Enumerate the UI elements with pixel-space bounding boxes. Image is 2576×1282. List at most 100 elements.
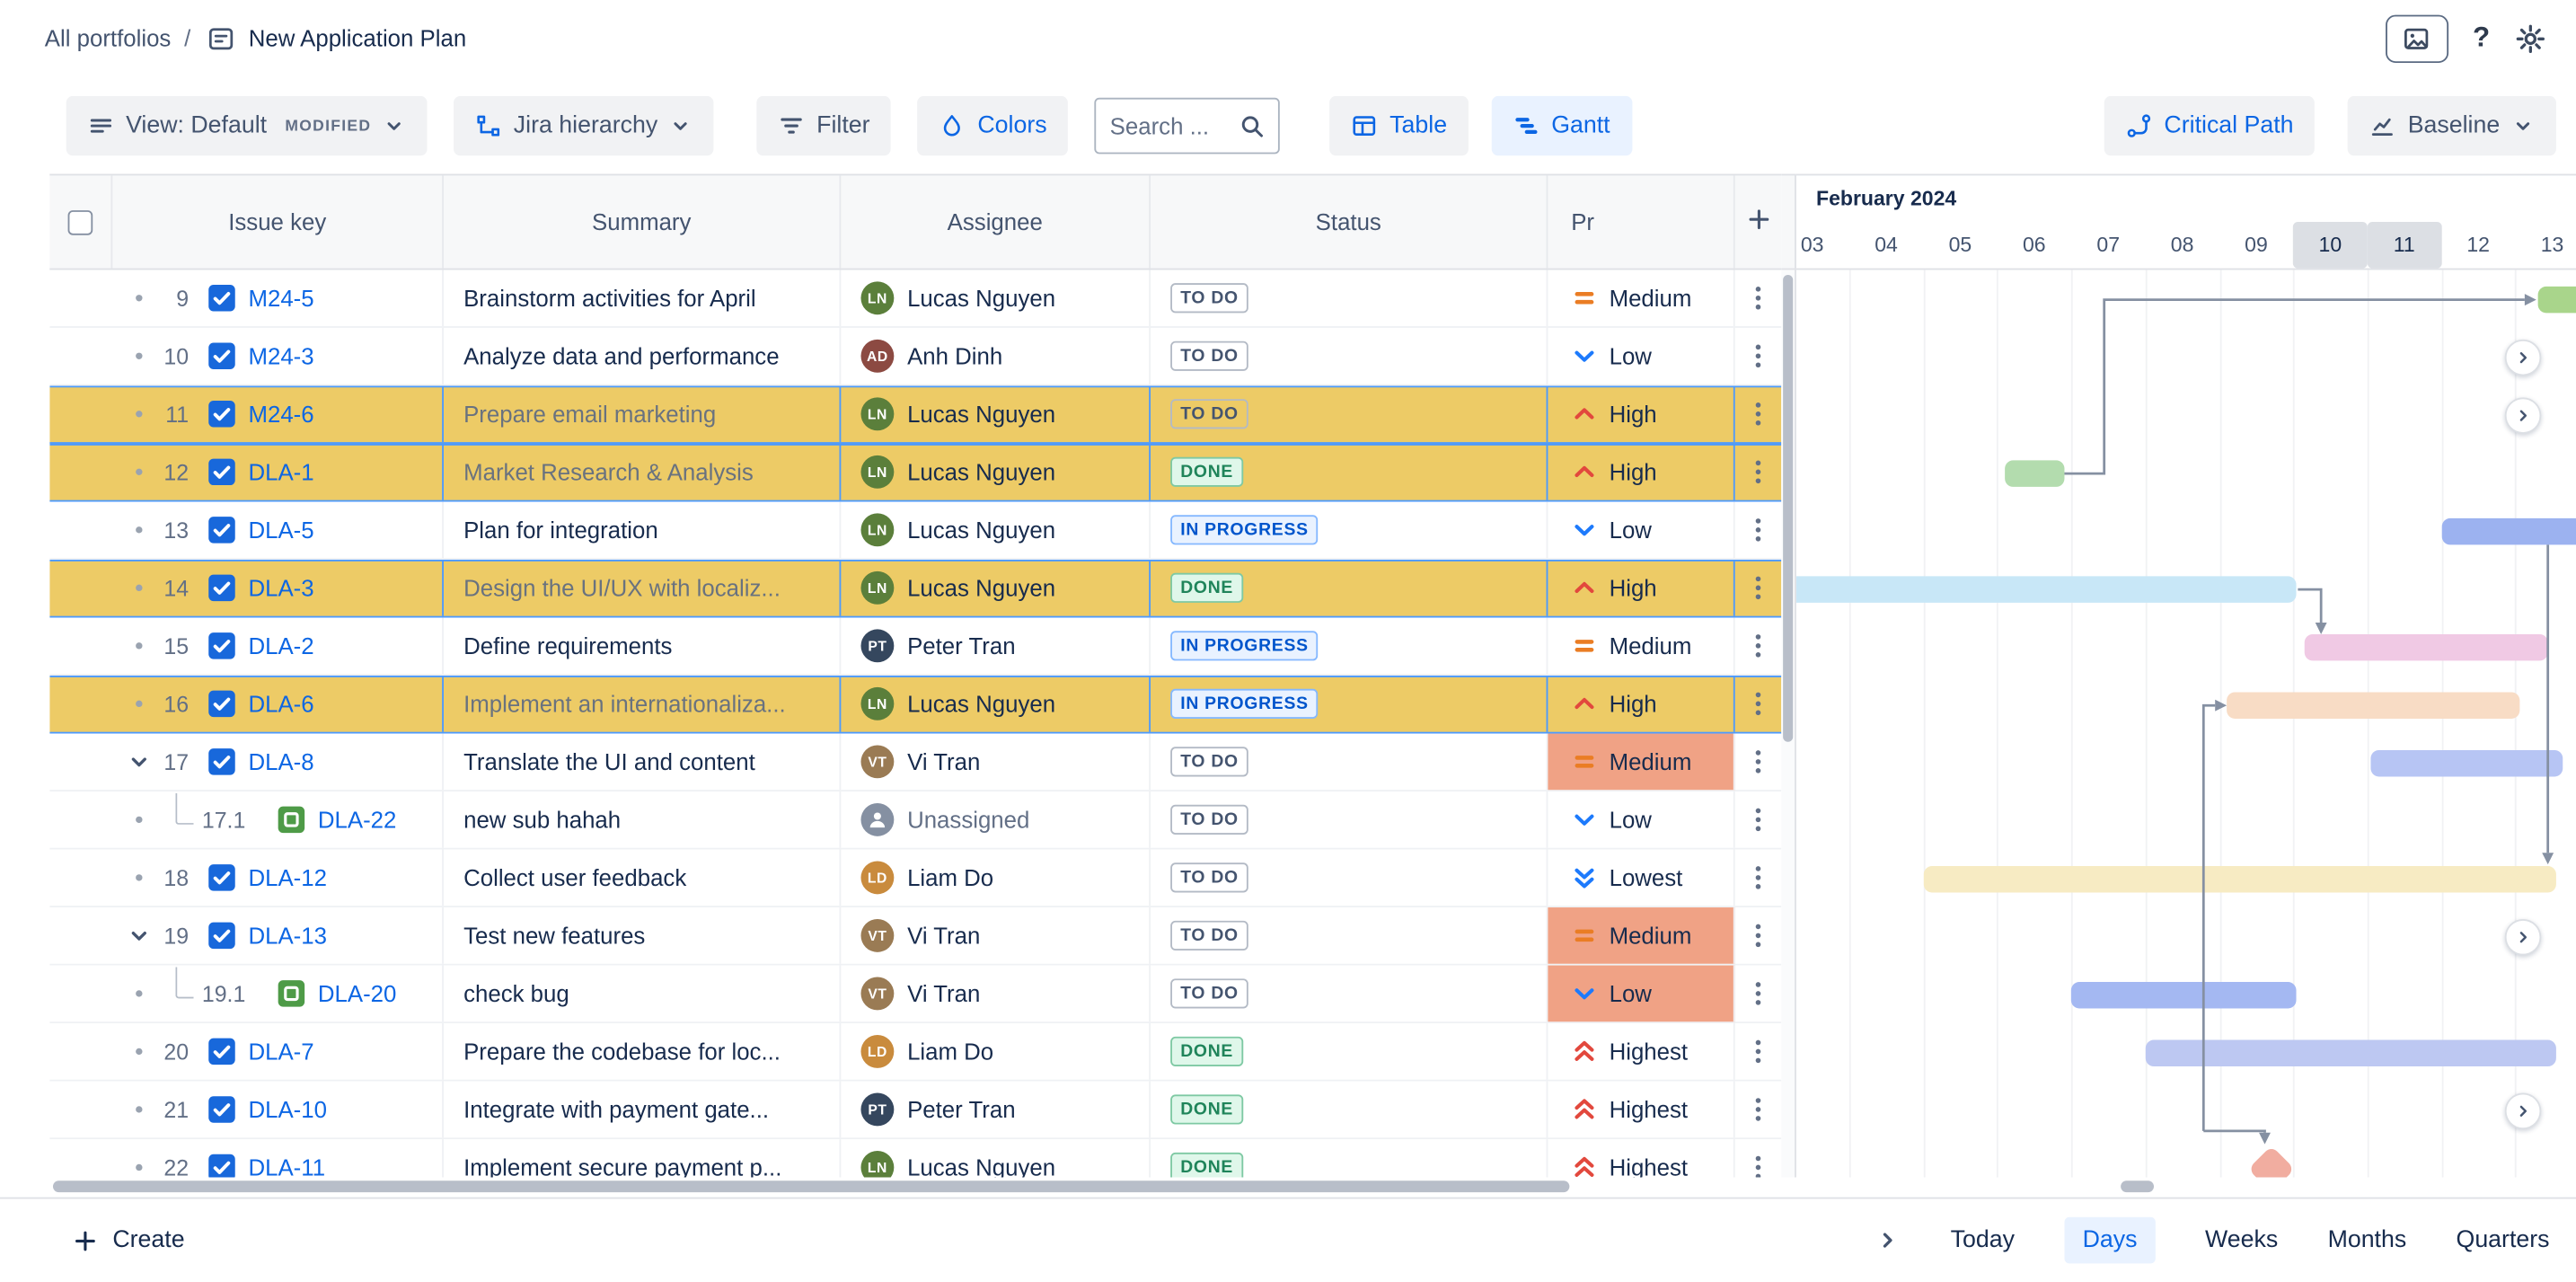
priority-cell[interactable]: High: [1548, 676, 1734, 732]
table-row[interactable]: 22DLA-11Implement secure payment p...LNL…: [49, 1139, 1781, 1177]
baseline-button[interactable]: Baseline: [2348, 95, 2556, 155]
assignee-cell[interactable]: LNLucas Nguyen: [841, 560, 1151, 616]
gantt-bar-M24-5[interactable]: [2537, 286, 2576, 312]
status-cell[interactable]: DONE: [1151, 1082, 1548, 1138]
status-cell[interactable]: IN PROGRESS: [1151, 501, 1548, 558]
assignee-cell[interactable]: ADAnh Dinh: [841, 328, 1151, 385]
row-more-actions-button[interactable]: [1743, 573, 1773, 603]
status-cell[interactable]: TO DO: [1151, 734, 1548, 791]
issue-key-link[interactable]: DLA-6: [248, 691, 313, 717]
colors-button[interactable]: Colors: [918, 95, 1069, 155]
gantt-bar-DLA-3[interactable]: [1796, 576, 2297, 602]
status-cell[interactable]: TO DO: [1151, 385, 1548, 442]
status-cell[interactable]: TO DO: [1151, 328, 1548, 385]
priority-cell[interactable]: Low: [1548, 501, 1734, 558]
row-more-actions-button[interactable]: [1743, 457, 1773, 487]
row-more-actions-button[interactable]: [1743, 921, 1773, 950]
assignee-cell[interactable]: LNLucas Nguyen: [841, 1139, 1151, 1177]
zoom-days-button[interactable]: Days: [2064, 1217, 2155, 1264]
assignee-cell[interactable]: LDLiam Do: [841, 1023, 1151, 1080]
table-row[interactable]: 14DLA-3Design the UI/UX with localiz...L…: [49, 560, 1781, 618]
table-row[interactable]: 11M24-6Prepare email marketingLNLucas Ng…: [49, 385, 1781, 444]
table-row[interactable]: 10M24-3Analyze data and performanceADAnh…: [49, 328, 1781, 386]
status-cell[interactable]: DONE: [1151, 560, 1548, 616]
issue-key-link[interactable]: M24-6: [248, 401, 313, 427]
table-row[interactable]: 16DLA-6Implement an internationaliza...L…: [49, 676, 1781, 734]
issue-key-link[interactable]: M24-5: [248, 285, 313, 311]
summary-cell[interactable]: Prepare the codebase for loc...: [444, 1023, 841, 1080]
assignee-cell[interactable]: VTVi Tran: [841, 907, 1151, 964]
row-more-actions-button[interactable]: [1743, 747, 1773, 776]
priority-cell[interactable]: High: [1548, 444, 1734, 500]
assignee-cell[interactable]: LNLucas Nguyen: [841, 501, 1151, 558]
add-column-button[interactable]: [1746, 207, 1771, 236]
summary-cell[interactable]: Design the UI/UX with localiz...: [444, 560, 841, 616]
table-horizontal-scrollbar-thumb[interactable]: [53, 1180, 1569, 1192]
scroll-to-bar-button[interactable]: [2505, 1092, 2542, 1129]
table-row[interactable]: 12DLA-1Market Research & AnalysisLNLucas…: [49, 444, 1781, 502]
assignee-cell[interactable]: PTPeter Tran: [841, 1082, 1151, 1138]
scroll-to-bar-button[interactable]: [2505, 918, 2542, 955]
status-cell[interactable]: TO DO: [1151, 270, 1548, 326]
column-header-status[interactable]: Status: [1151, 175, 1548, 268]
row-more-actions-button[interactable]: [1743, 1037, 1773, 1066]
status-cell[interactable]: TO DO: [1151, 907, 1548, 964]
row-more-actions-button[interactable]: [1743, 341, 1773, 371]
today-button[interactable]: Today: [1951, 1227, 2015, 1253]
assignee-cell[interactable]: VTVi Tran: [841, 734, 1151, 791]
assignee-cell[interactable]: PTPeter Tran: [841, 618, 1151, 675]
table-row[interactable]: 9M24-5Brainstorm activities for AprilLNL…: [49, 270, 1781, 328]
scroll-to-bar-button[interactable]: [2505, 396, 2542, 433]
summary-cell[interactable]: Integrate with payment gate...: [444, 1082, 841, 1138]
status-cell[interactable]: IN PROGRESS: [1151, 618, 1548, 675]
priority-cell[interactable]: Highest: [1548, 1082, 1734, 1138]
gantt-bar-DLA-8[interactable]: [2371, 749, 2563, 775]
status-cell[interactable]: DONE: [1151, 1023, 1548, 1080]
assignee-cell[interactable]: LNLucas Nguyen: [841, 444, 1151, 500]
summary-cell[interactable]: Define requirements: [444, 618, 841, 675]
table-row[interactable]: 21DLA-10Integrate with payment gate...PT…: [49, 1082, 1781, 1140]
assignee-cell[interactable]: LDLiam Do: [841, 850, 1151, 906]
gantt-milestone-DLA-11[interactable]: [2247, 1145, 2294, 1177]
row-more-actions-button[interactable]: [1743, 805, 1773, 835]
zoom-weeks-button[interactable]: Weeks: [2205, 1227, 2278, 1253]
column-header-summary[interactable]: Summary: [444, 175, 841, 268]
priority-cell[interactable]: Medium: [1548, 618, 1734, 675]
issue-key-link[interactable]: DLA-7: [248, 1039, 313, 1065]
issue-key-link[interactable]: M24-3: [248, 343, 313, 369]
assignee-cell[interactable]: Unassigned: [841, 791, 1151, 848]
priority-cell[interactable]: Lowest: [1548, 850, 1734, 906]
summary-cell[interactable]: Implement an internationaliza...: [444, 676, 841, 732]
summary-cell[interactable]: new sub hahah: [444, 791, 841, 848]
table-row[interactable]: 17DLA-8Translate the UI and contentVTVi …: [49, 734, 1781, 792]
gantt-bar-DLA-20[interactable]: [2071, 981, 2297, 1007]
priority-cell[interactable]: Low: [1548, 328, 1734, 385]
issue-key-link[interactable]: DLA-20: [318, 980, 396, 1006]
summary-cell[interactable]: Analyze data and performance: [444, 328, 841, 385]
issue-key-link[interactable]: DLA-5: [248, 517, 313, 543]
breadcrumb-all-portfolios[interactable]: All portfolios: [45, 25, 172, 51]
expand-chevron-icon[interactable]: [126, 748, 152, 774]
table-row[interactable]: 18DLA-12Collect user feedbackLDLiam DoTO…: [49, 850, 1781, 908]
summary-cell[interactable]: Implement secure payment p...: [444, 1139, 841, 1177]
column-header-priority[interactable]: Pr: [1548, 175, 1734, 268]
export-image-button[interactable]: [2385, 14, 2448, 62]
priority-cell[interactable]: Medium: [1548, 270, 1734, 326]
vertical-scrollbar-thumb[interactable]: [1783, 275, 1793, 742]
zoom-quarters-button[interactable]: Quarters: [2457, 1227, 2550, 1253]
gantt-view-button[interactable]: Gantt: [1492, 95, 1632, 155]
issue-key-link[interactable]: DLA-13: [248, 923, 326, 949]
summary-cell[interactable]: Translate the UI and content: [444, 734, 841, 791]
summary-cell[interactable]: Test new features: [444, 907, 841, 964]
priority-cell[interactable]: High: [1548, 560, 1734, 616]
issue-key-link[interactable]: DLA-3: [248, 575, 313, 601]
expand-panel-button[interactable]: [1875, 1227, 1901, 1253]
issue-key-link[interactable]: DLA-11: [248, 1154, 325, 1178]
row-more-actions-button[interactable]: [1743, 862, 1773, 892]
priority-cell[interactable]: Low: [1548, 791, 1734, 848]
table-row[interactable]: 17.1DLA-22new sub hahahUnassignedTO DOLo…: [49, 791, 1781, 850]
column-header-assignee[interactable]: Assignee: [841, 175, 1151, 268]
issue-key-link[interactable]: DLA-8: [248, 748, 313, 774]
row-more-actions-button[interactable]: [1743, 283, 1773, 313]
status-cell[interactable]: DONE: [1151, 1139, 1548, 1177]
